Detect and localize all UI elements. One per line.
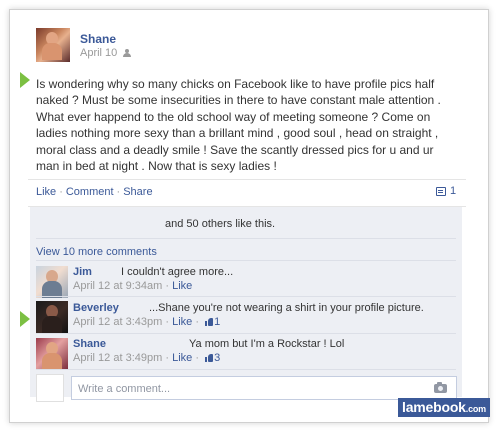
comment-link[interactable]: Comment	[66, 186, 114, 198]
comment-count[interactable]: 1	[436, 185, 456, 197]
likes-summary[interactable]: and 50 others like this.	[165, 218, 275, 230]
comment-like-link[interactable]: Like	[172, 280, 192, 292]
comment-meta: April 12 at 3:49pm · Like · 3	[73, 352, 221, 364]
view-more-comments-link[interactable]: View 10 more comments	[36, 246, 157, 258]
comment-text: ...Shane you're not wearing a shirt in y…	[149, 302, 424, 314]
post-actions: Like · Comment · Share	[36, 186, 153, 198]
friends-icon[interactable]	[123, 49, 132, 57]
share-link[interactable]: Share	[123, 186, 152, 198]
comment-time[interactable]: April 12 at 3:49pm	[73, 352, 162, 364]
camera-icon[interactable]	[434, 382, 447, 393]
post-meta: April 10	[80, 47, 132, 59]
comment-author[interactable]: Beverley	[73, 302, 119, 314]
like-link[interactable]: Like	[36, 186, 56, 198]
comment-author[interactable]: Jim	[73, 266, 92, 278]
comment-like-link[interactable]: Like	[172, 316, 192, 328]
thumbs-up-icon[interactable]	[205, 318, 214, 326]
divider	[28, 179, 466, 180]
comment-time[interactable]: April 12 at 3:43pm	[73, 316, 162, 328]
separator: ·	[116, 186, 121, 198]
comment-avatar[interactable]	[36, 338, 68, 370]
comment-time[interactable]: April 12 at 9:34am	[73, 280, 162, 292]
comment-meta: April 12 at 3:43pm · Like · 1	[73, 316, 221, 328]
divider	[36, 369, 456, 370]
divider	[36, 238, 456, 239]
comment-avatar[interactable]	[36, 301, 68, 333]
highlight-marker-icon	[20, 311, 30, 327]
comment-input[interactable]: Write a comment...	[71, 376, 457, 400]
comment-avatar[interactable]	[36, 266, 68, 298]
comment-meta: April 12 at 9:34am · Like	[73, 280, 193, 292]
comment-like-link[interactable]: Like	[172, 352, 192, 364]
comment-like-count[interactable]: 1	[214, 316, 220, 328]
comment-like-count[interactable]: 3	[214, 352, 220, 364]
separator: ·	[59, 186, 63, 198]
poster-avatar[interactable]	[36, 28, 70, 62]
post-date[interactable]: April 10	[80, 47, 117, 59]
divider	[36, 260, 456, 261]
comment-text: I couldn't agree more...	[121, 266, 234, 278]
poster-name[interactable]: Shane	[80, 32, 116, 46]
comment-icon	[436, 186, 446, 196]
watermark-brand: lamebook	[402, 399, 466, 415]
highlight-marker-icon	[20, 72, 30, 88]
thumbs-up-icon[interactable]	[205, 354, 214, 362]
lamebook-watermark: lamebook.com	[398, 398, 490, 417]
watermark-tld: .com	[465, 404, 486, 414]
comment-count-value: 1	[450, 185, 457, 197]
divider	[36, 296, 456, 297]
comment-input-placeholder: Write a comment...	[78, 383, 171, 395]
composer-avatar	[36, 374, 64, 402]
post-text: Is wondering why so many chicks on Faceb…	[36, 77, 441, 174]
divider	[36, 333, 456, 334]
comment-author[interactable]: Shane	[73, 338, 106, 350]
comment-text: Ya mom but I'm a Rockstar ! Lol	[189, 338, 345, 350]
